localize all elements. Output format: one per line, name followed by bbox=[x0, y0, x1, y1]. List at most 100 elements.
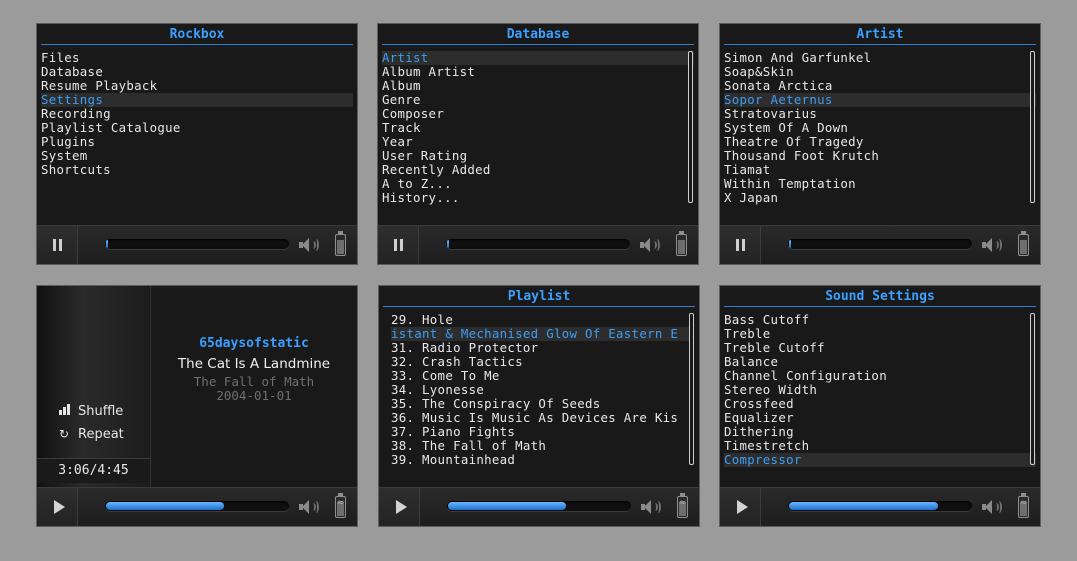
list-item[interactable]: Settings bbox=[41, 93, 353, 107]
list-item[interactable]: Within Temptation bbox=[724, 177, 1036, 191]
scrollbar[interactable] bbox=[689, 313, 694, 465]
list-item[interactable]: History... bbox=[382, 191, 694, 205]
pause-icon bbox=[53, 239, 63, 251]
list-item[interactable]: Genre bbox=[382, 93, 694, 107]
progress-fill bbox=[448, 502, 566, 510]
progress-fill bbox=[789, 240, 791, 248]
list-item[interactable]: Crossfeed bbox=[724, 397, 1036, 411]
scrollbar[interactable] bbox=[1030, 51, 1035, 203]
list-item[interactable]: Simon And Garfunkel bbox=[724, 51, 1036, 65]
list-item[interactable]: 33. Come To Me bbox=[391, 369, 689, 383]
screen-sound-settings: Sound Settings Bass Cutoff Treble Treble C… bbox=[720, 286, 1040, 526]
list-item[interactable]: Resume Playback bbox=[41, 79, 353, 93]
scrollbar[interactable] bbox=[688, 51, 693, 203]
list-item[interactable]: Album Artist bbox=[382, 65, 694, 79]
battery-icon bbox=[1018, 231, 1029, 256]
shuffle-icon bbox=[59, 404, 71, 415]
status-bar bbox=[378, 225, 698, 264]
play-pause-button[interactable] bbox=[720, 488, 761, 526]
progress-fill bbox=[106, 240, 108, 248]
play-pause-button[interactable] bbox=[379, 488, 420, 526]
play-pause-button[interactable] bbox=[37, 488, 78, 526]
play-icon bbox=[737, 500, 748, 514]
list-item[interactable]: Album bbox=[382, 79, 694, 93]
list-item[interactable]: Recently Added bbox=[382, 163, 694, 177]
battery-icon: ≈ bbox=[677, 493, 688, 518]
track-album: The Fall of Math bbox=[193, 374, 315, 389]
play-pause-button[interactable] bbox=[720, 226, 761, 264]
list-item[interactable]: Equalizer bbox=[724, 411, 1036, 425]
screen-database: Database Artist Album Artist Album Genre Com… bbox=[378, 24, 698, 264]
list-item[interactable]: 36. Music Is Music As Devices Are Kis bbox=[391, 411, 689, 425]
screen-artist: Artist Simon And Garfunkel Soap&Skin Sonat… bbox=[720, 24, 1040, 264]
list-item[interactable]: Plugins bbox=[41, 135, 353, 149]
play-pause-button[interactable] bbox=[378, 226, 419, 264]
list-item[interactable]: Database bbox=[41, 65, 353, 79]
list-item[interactable]: X Japan bbox=[724, 191, 1036, 205]
progress-bar[interactable] bbox=[788, 239, 972, 249]
list-item[interactable]: Recording bbox=[41, 107, 353, 121]
progress-bar[interactable] bbox=[105, 501, 289, 511]
list-item[interactable]: 32. Crash Tactics bbox=[391, 355, 689, 369]
volume-icon[interactable] bbox=[299, 500, 319, 514]
play-pause-button[interactable] bbox=[37, 226, 78, 264]
list-item[interactable]: Shortcuts bbox=[41, 163, 353, 177]
list-item[interactable]: 35. The Conspiracy Of Seeds bbox=[391, 397, 689, 411]
list-item[interactable]: 29. Hole bbox=[391, 313, 689, 327]
list-item[interactable]: 38. The Fall of Math bbox=[391, 439, 689, 453]
list-item[interactable]: Artist bbox=[382, 51, 694, 65]
list-item[interactable]: Playlist Catalogue bbox=[41, 121, 353, 135]
progress-bar[interactable] bbox=[447, 501, 631, 511]
list-item[interactable]: Track bbox=[382, 121, 694, 135]
list-item[interactable]: Treble bbox=[724, 327, 1036, 341]
list-item[interactable]: Tiamat bbox=[724, 163, 1036, 177]
list-item[interactable]: Year bbox=[382, 135, 694, 149]
progress-bar[interactable] bbox=[105, 239, 289, 249]
list-item[interactable]: Timestretch bbox=[724, 439, 1036, 453]
volume-icon[interactable] bbox=[299, 238, 319, 252]
list-item[interactable]: A to Z... bbox=[382, 177, 694, 191]
list-item[interactable]: Compressor bbox=[724, 453, 1036, 467]
list-item[interactable]: Sopor Aeternus bbox=[724, 93, 1036, 107]
volume-icon[interactable] bbox=[641, 500, 661, 514]
list-item[interactable]: User Rating bbox=[382, 149, 694, 163]
progress-fill bbox=[789, 502, 938, 510]
elapsed-time: 3:06/4:45 bbox=[37, 458, 150, 483]
volume-icon[interactable] bbox=[982, 500, 1002, 514]
list-item[interactable]: 34. Lyonesse bbox=[391, 383, 689, 397]
list-item[interactable]: Balance bbox=[724, 355, 1036, 369]
list-item[interactable]: Composer bbox=[382, 107, 694, 121]
list-item[interactable]: System bbox=[41, 149, 353, 163]
list-item[interactable]: Stratovarius bbox=[724, 107, 1036, 121]
list-item[interactable]: System Of A Down bbox=[724, 121, 1036, 135]
volume-icon[interactable] bbox=[640, 238, 660, 252]
list-item[interactable]: Channel Configuration bbox=[724, 369, 1036, 383]
pause-icon bbox=[736, 239, 746, 251]
list-item[interactable]: istant & Mechanised Glow Of Eastern E bbox=[391, 327, 689, 341]
scrollbar[interactable] bbox=[1030, 313, 1035, 465]
progress-bar[interactable] bbox=[446, 239, 630, 249]
list-item[interactable]: Files bbox=[41, 51, 353, 65]
volume-icon[interactable] bbox=[982, 238, 1002, 252]
list-item[interactable]: 37. Piano Fights bbox=[391, 425, 689, 439]
settings-list: Bass Cutoff Treble Treble Cutoff Balance Cha… bbox=[724, 313, 1036, 467]
battery-icon bbox=[676, 231, 687, 256]
shuffle-option[interactable]: Shuffle bbox=[59, 404, 123, 419]
progress-fill bbox=[106, 502, 224, 510]
list-item[interactable]: Theatre Of Tragedy bbox=[724, 135, 1036, 149]
track-date: 2004-01-01 bbox=[216, 388, 292, 403]
list-item[interactable]: Treble Cutoff bbox=[724, 341, 1036, 355]
list-item[interactable]: Sonata Arctica bbox=[724, 79, 1036, 93]
list-item[interactable]: Bass Cutoff bbox=[724, 313, 1036, 327]
list-item[interactable]: Stereo Width bbox=[724, 383, 1036, 397]
list-item[interactable]: Dithering bbox=[724, 425, 1036, 439]
list-item[interactable]: Soap&Skin bbox=[724, 65, 1036, 79]
progress-bar[interactable] bbox=[788, 501, 972, 511]
track-info: 65daysofstatic The Cat Is A Landmine The… bbox=[151, 334, 357, 403]
list-item[interactable]: 31. Radio Protector bbox=[391, 341, 689, 355]
repeat-option[interactable]: ↻ Repeat bbox=[59, 427, 124, 442]
list-item[interactable]: Thousand Foot Krutch bbox=[724, 149, 1036, 163]
list-item[interactable]: 39. Mountainhead bbox=[391, 453, 689, 467]
status-bar: ≈ bbox=[720, 487, 1040, 526]
menu-list: Simon And Garfunkel Soap&Skin Sonata Arcti… bbox=[724, 51, 1036, 205]
